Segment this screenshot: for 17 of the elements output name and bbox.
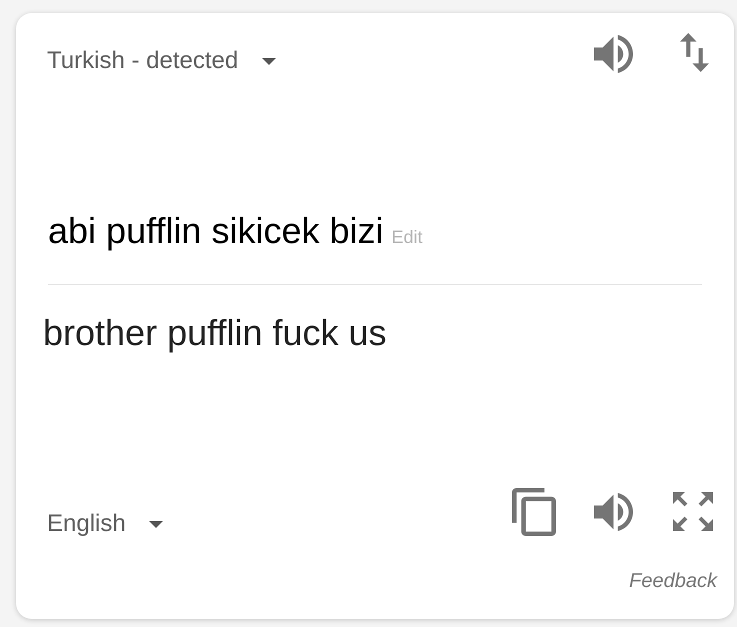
caret-icon [262, 58, 276, 64]
copy-icon [512, 488, 556, 536]
fullscreen-button[interactable] [673, 492, 713, 531]
swap-languages-button[interactable] [680, 33, 709, 72]
copy-button[interactable] [512, 488, 556, 536]
speaker-icon [594, 35, 633, 73]
listen-button[interactable] [594, 493, 633, 531]
caret-icon [148, 520, 163, 528]
target-language-dropdown[interactable]: English [47, 510, 163, 538]
swap-arrows-icon [680, 33, 709, 72]
feedback-link[interactable]: Feedback [629, 569, 717, 593]
expand-arrows-icon [673, 492, 713, 531]
source-text: abi pufflin sikicek bizi [48, 210, 384, 252]
translation-text: brother pufflin fuck us [43, 312, 387, 354]
speaker-icon [594, 493, 633, 531]
listen-button[interactable] [594, 35, 633, 73]
source-language-dropdown[interactable]: Turkish - detected [47, 47, 276, 75]
